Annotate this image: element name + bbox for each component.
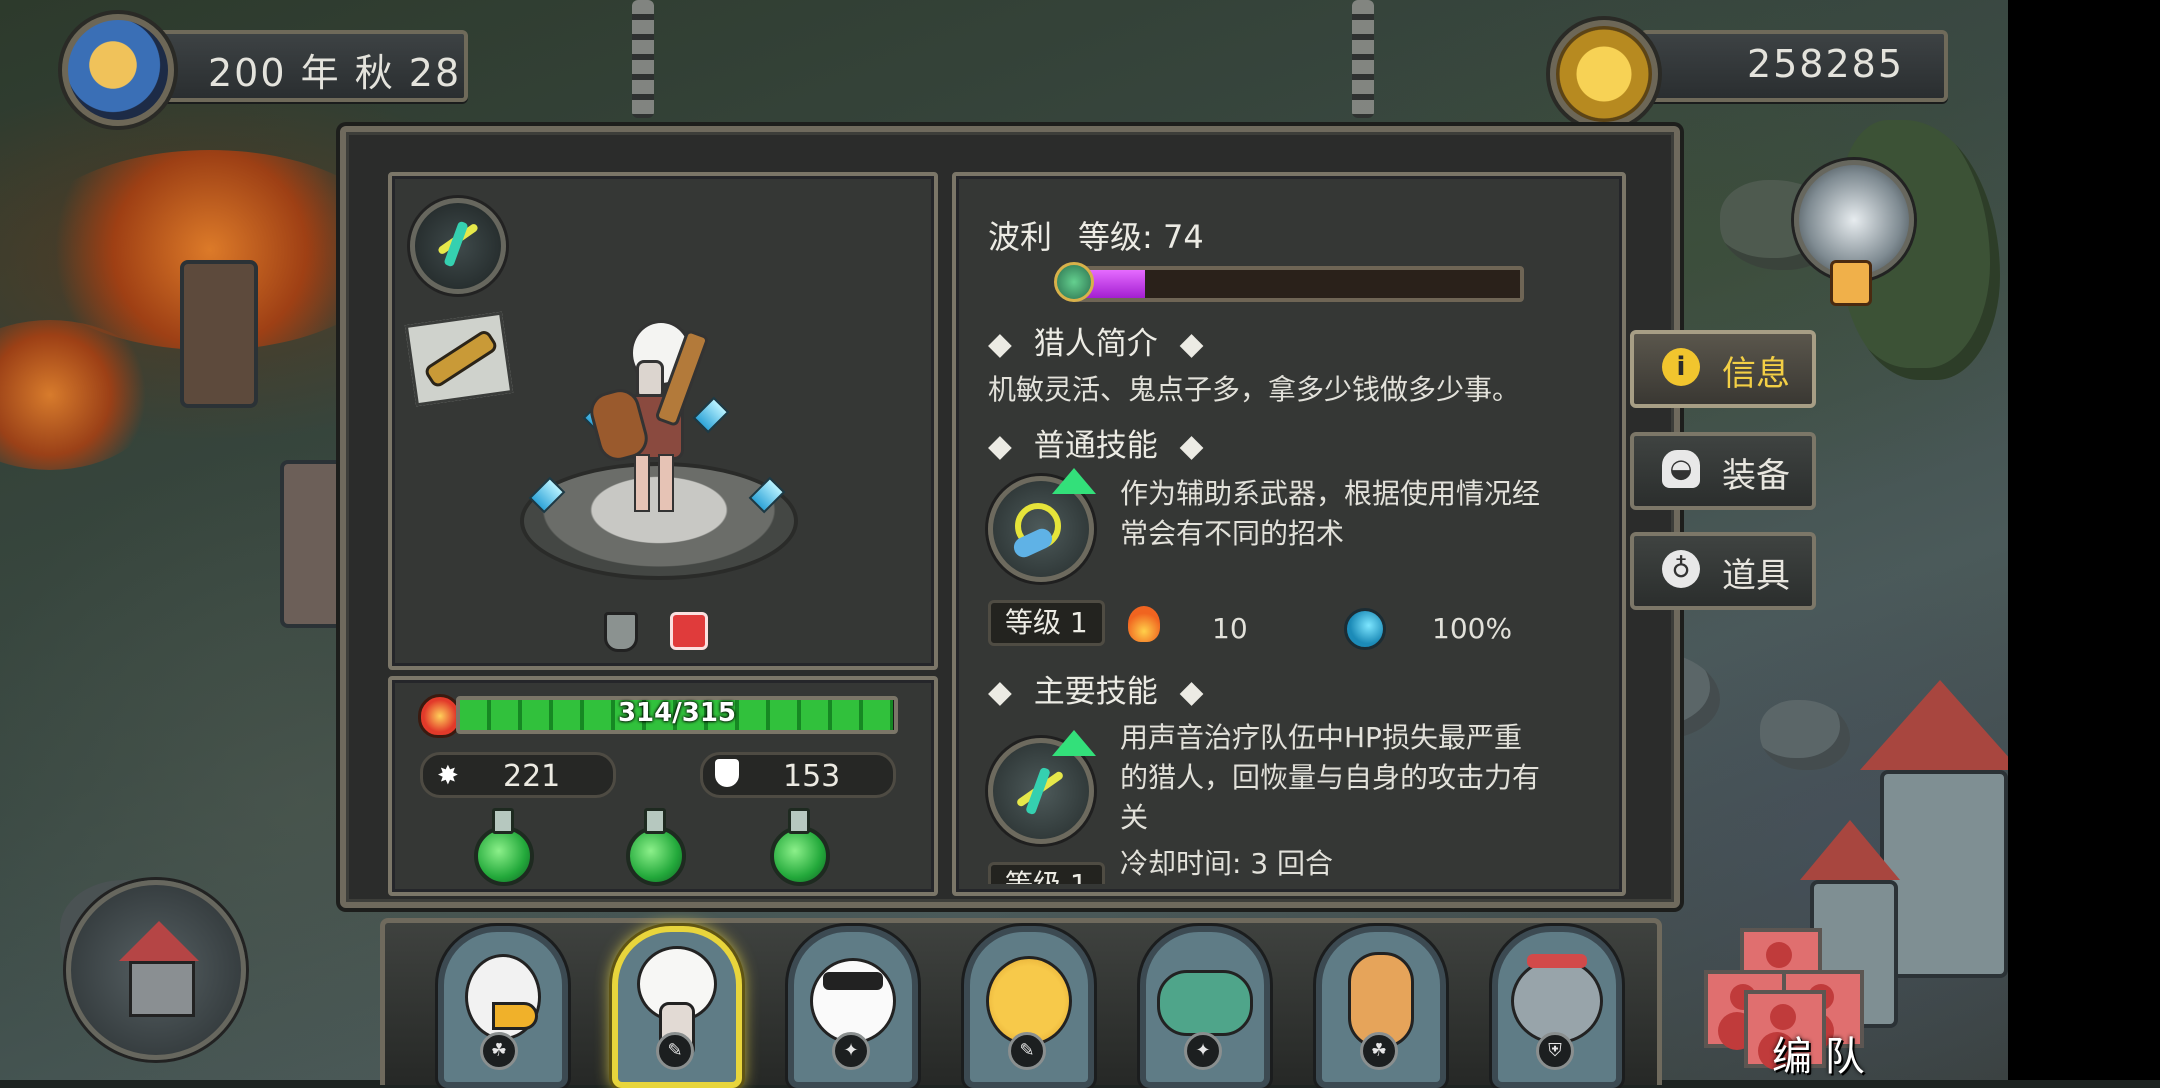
normal-skill-desc-line2: 常会有不同的招术 xyxy=(1120,517,1345,550)
tab-items[interactable]: ♁ 道具 xyxy=(1630,532,1816,610)
gun-badge-icon: ✦ xyxy=(832,1032,870,1070)
paw-badge-icon: ☘ xyxy=(1360,1032,1398,1070)
feather-badge-icon: ✎ xyxy=(656,1032,694,1070)
bag-icon: ♁ xyxy=(1662,550,1700,588)
telescope-map-icon[interactable] xyxy=(404,311,514,407)
tab-info[interactable]: i 信息 xyxy=(1630,330,1816,408)
home-base-button[interactable] xyxy=(66,880,246,1060)
team-formation-label: 编 队 xyxy=(1772,1034,1865,1080)
main-skill-desc-line3: 关 xyxy=(1120,801,1149,834)
defense-stat: 153 xyxy=(700,752,896,798)
potion-slot-icon[interactable] xyxy=(474,808,534,886)
normal-skill-accuracy: 100% xyxy=(1432,612,1513,645)
helmet-icon: ◒ xyxy=(1662,450,1700,488)
attack-stat: ✸ 221 xyxy=(420,752,616,798)
diamond-bullet-icon: ◆ xyxy=(988,428,1012,464)
bio-section-title: ◆ 猎人简介 ◆ xyxy=(988,326,1204,362)
defense-value: 153 xyxy=(783,759,841,794)
feather-badge-icon: ✎ xyxy=(1008,1032,1046,1070)
main-skill-level-clip: 等级 1 xyxy=(988,862,1128,884)
paw-badge-icon: ☘ xyxy=(480,1032,518,1070)
hunter-name: 波利 xyxy=(988,218,1053,256)
gold-bar: 258285 xyxy=(1640,30,1948,102)
info-icon: i xyxy=(1662,348,1700,386)
accuracy-icon xyxy=(1344,608,1386,650)
diamond-bullet-icon: ◆ xyxy=(988,326,1012,362)
fire-power-icon xyxy=(1128,606,1160,642)
normal-skill-desc-line1: 作为辅助系武器，根据使用情况经 xyxy=(1120,477,1541,510)
chain-right xyxy=(1352,0,1374,118)
class-badge-icon[interactable] xyxy=(604,612,638,652)
chain-left xyxy=(632,0,654,118)
alert-marker-icon xyxy=(1830,260,1872,306)
season-moon-icon[interactable] xyxy=(62,14,174,126)
gun-badge-icon: ✦ xyxy=(1184,1032,1222,1070)
hp-bar: 314/315 xyxy=(456,696,898,734)
diamond-bullet-icon: ◆ xyxy=(1179,674,1204,710)
normal-skill-level: 等级 1 xyxy=(988,600,1105,646)
diamond-bullet-icon: ◆ xyxy=(1179,326,1204,362)
letterbox-strip xyxy=(2008,0,2160,1080)
main-skill-level: 等级 1 xyxy=(988,862,1105,884)
attack-burst-icon: ✸ xyxy=(437,761,459,791)
skill-upgrade-arrow-icon[interactable] xyxy=(1052,730,1096,756)
defense-shield-icon xyxy=(715,759,739,787)
team-formation-button[interactable]: 编 队 xyxy=(1700,914,1890,1080)
gold-amount: 258285 xyxy=(1746,42,1904,86)
normal-skill-title: ◆ 普通技能 ◆ xyxy=(988,428,1204,464)
attack-value: 221 xyxy=(503,759,561,794)
diamond-bullet-icon: ◆ xyxy=(1179,428,1204,464)
normal-skill-power: 10 xyxy=(1212,612,1248,645)
gold-coin-icon xyxy=(1550,20,1658,128)
bio-text: 机敏灵活、鬼点子多，拿多少钱做多少事。 xyxy=(988,373,1521,406)
xp-bar xyxy=(1070,266,1524,302)
potion-slot-icon[interactable] xyxy=(626,808,686,886)
date-bar: 200 年 秋 28 xyxy=(150,30,468,102)
diamond-bullet-icon: ◆ xyxy=(988,674,1012,710)
main-skill-desc-line2: 的猎人，回恢量与自身的攻击力有 xyxy=(1120,761,1541,794)
level-up-icon xyxy=(1054,262,1094,302)
hunter-level: 等级: 74 xyxy=(1078,218,1204,256)
hp-text: 314/315 xyxy=(617,698,737,728)
character-sprite-poli xyxy=(585,320,710,520)
skill-upgrade-arrow-icon[interactable] xyxy=(1052,468,1096,494)
main-skill-cooldown: 冷却时间: 3 回合 xyxy=(1120,847,1334,880)
main-skill-title: ◆ 主要技能 ◆ xyxy=(988,674,1204,710)
tab-equipment[interactable]: ◒ 装备 xyxy=(1630,432,1816,510)
shield-badge-icon: ⛨ xyxy=(1536,1032,1574,1070)
weapon-type-icon[interactable] xyxy=(410,198,506,294)
element-badge-icon[interactable] xyxy=(670,612,708,650)
potion-slot-icon[interactable] xyxy=(770,808,830,886)
date-text: 200 年 秋 28 xyxy=(208,51,462,95)
main-skill-desc-line1: 用声音治疗队伍中HP损失最严重 xyxy=(1120,721,1522,754)
